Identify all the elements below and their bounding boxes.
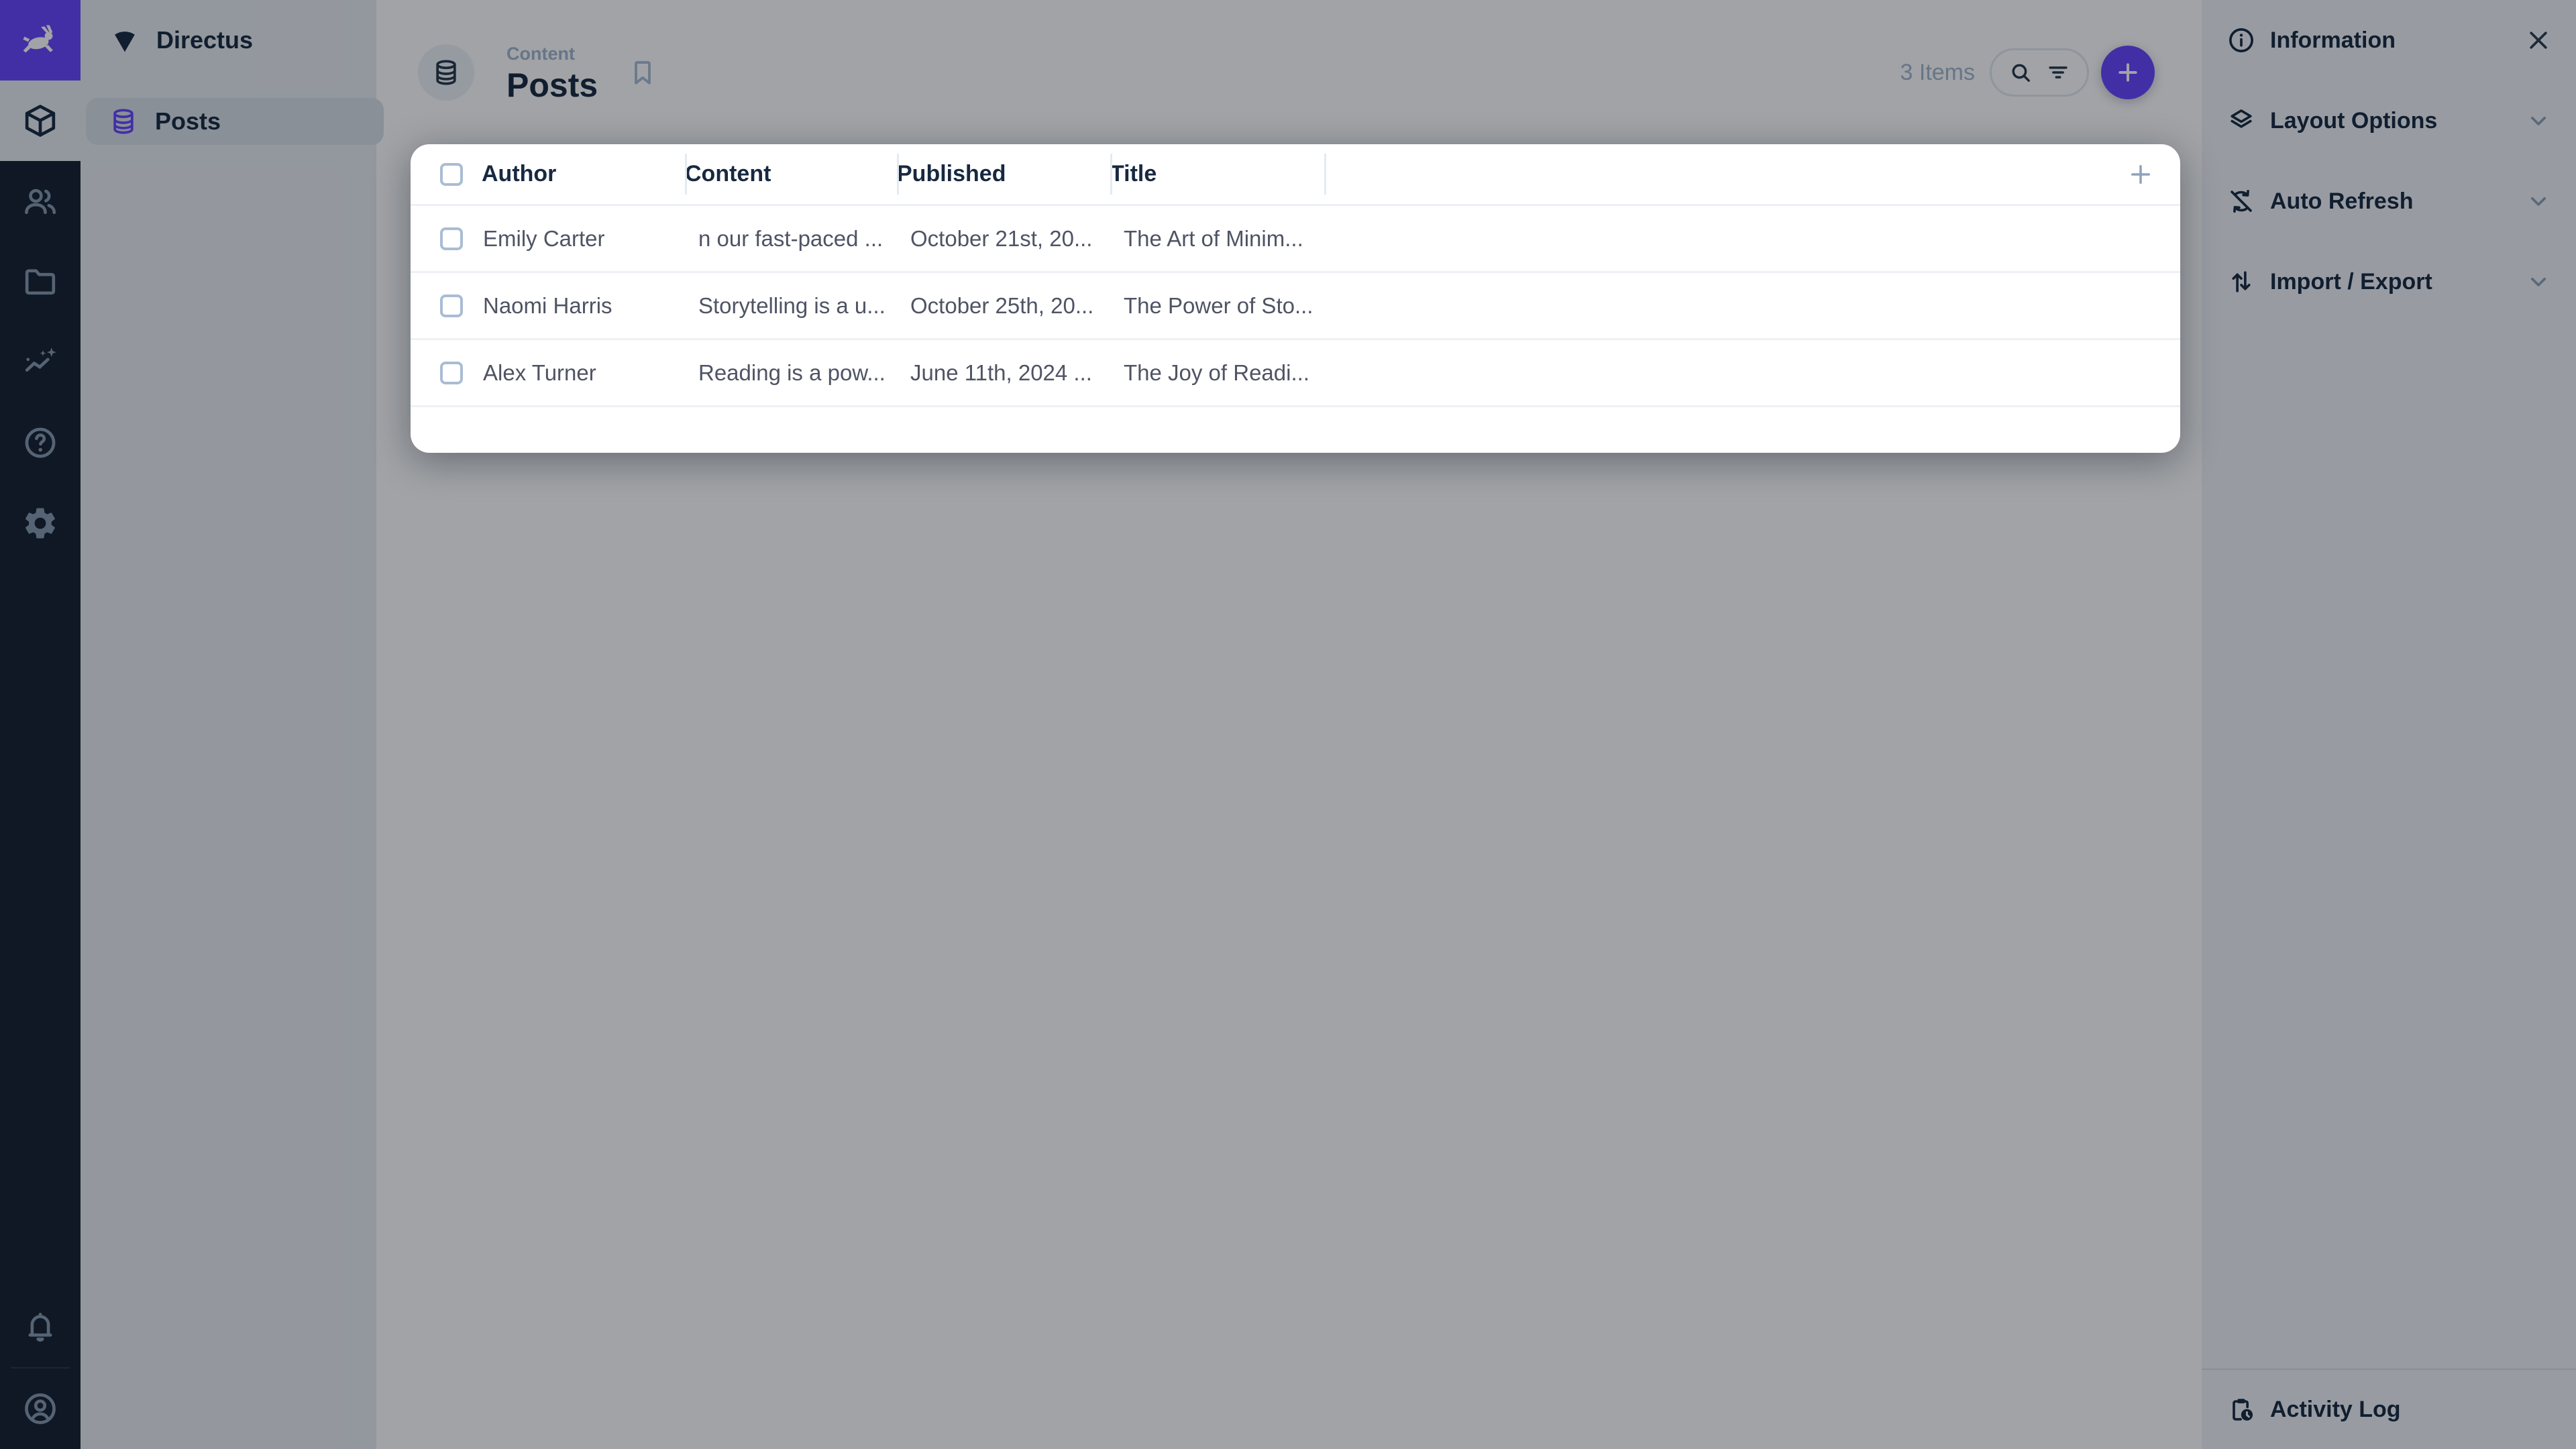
row-checkbox[interactable] (440, 227, 463, 250)
items-table: Author Content Published Title Emily Car… (411, 144, 2180, 453)
cell-content: Storytelling is a u... (685, 293, 897, 319)
table-row[interactable]: Naomi Harris Storytelling is a u... Octo… (411, 273, 2180, 340)
cell-author: Naomi Harris (482, 293, 685, 319)
column-header-title[interactable]: Title (1110, 144, 1324, 204)
cell-content: n our fast-paced ... (685, 226, 897, 252)
plus-icon (2127, 160, 2155, 189)
table-row[interactable]: Emily Carter n our fast-paced ... Octobe… (411, 206, 2180, 273)
add-column-button[interactable] (2127, 160, 2155, 189)
column-header-content[interactable]: Content (685, 144, 897, 204)
select-all-checkbox[interactable] (440, 163, 463, 186)
cell-title: The Art of Minim... (1110, 226, 1324, 252)
table-header-row: Author Content Published Title (411, 144, 2180, 206)
cell-content: Reading is a pow... (685, 360, 897, 386)
cell-title: The Power of Sto... (1110, 293, 1324, 319)
row-checkbox[interactable] (440, 294, 463, 317)
cell-published: October 25th, 20... (897, 293, 1110, 319)
cell-published: June 11th, 2024 ... (897, 360, 1110, 386)
column-header-published[interactable]: Published (897, 144, 1110, 204)
cell-author: Alex Turner (482, 360, 685, 386)
table-row[interactable]: Alex Turner Reading is a pow... June 11t… (411, 340, 2180, 407)
cell-published: October 21st, 20... (897, 226, 1110, 252)
column-header-author[interactable]: Author (482, 144, 685, 204)
row-checkbox[interactable] (440, 362, 463, 384)
cell-author: Emily Carter (482, 226, 685, 252)
cell-title: The Joy of Readi... (1110, 360, 1324, 386)
